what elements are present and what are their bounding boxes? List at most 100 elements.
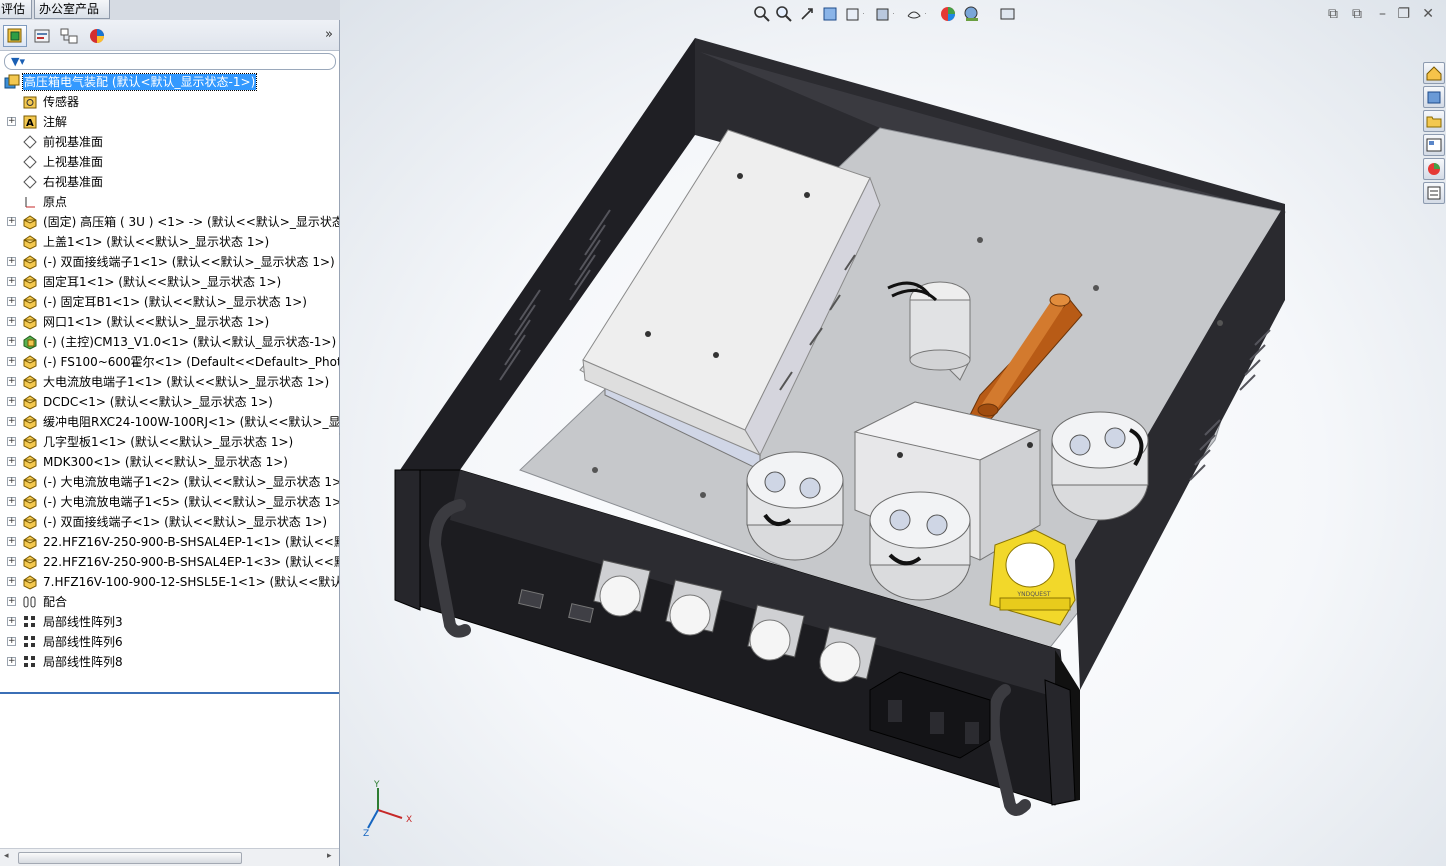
- expand-toggle-icon[interactable]: +: [7, 657, 16, 666]
- tree-item-9[interactable]: + 固定耳1<1> (默认<<默认>_显示状态 1>): [0, 272, 339, 292]
- configuration-manager-tab[interactable]: [57, 25, 81, 47]
- zoom-to-fit-icon[interactable]: [752, 4, 772, 24]
- property-icon: [34, 29, 50, 43]
- tree-item-1[interactable]: + A 注解: [0, 112, 339, 132]
- file-explorer-tab[interactable]: [1423, 110, 1445, 132]
- tab-evaluate[interactable]: 评估: [0, 0, 32, 19]
- expand-toggle-icon[interactable]: +: [7, 577, 16, 586]
- restore-icon[interactable]: ❐: [1397, 6, 1410, 22]
- scrollbar-thumb[interactable]: [18, 852, 242, 864]
- expand-toggle-icon[interactable]: +: [7, 597, 16, 606]
- tree-item-16[interactable]: + 缓冲电阻RXC24-100W-100RJ<1> (默认<<默认>_显示: [0, 412, 339, 432]
- assembly-icon: [22, 334, 38, 350]
- tile-left-icon[interactable]: ⧉: [1328, 6, 1338, 22]
- expand-toggle-icon[interactable]: +: [7, 377, 16, 386]
- view-palette-tab[interactable]: [1423, 134, 1445, 156]
- hide-show-items-icon[interactable]: [906, 4, 926, 24]
- expand-toggle-icon[interactable]: +: [7, 557, 16, 566]
- expand-toggle-icon[interactable]: +: [7, 457, 16, 466]
- tree-item-24[interactable]: +7.HFZ16V-100-900-12-SHSL5E-1<1> (默认<<默认…: [0, 572, 339, 592]
- tree-item-10[interactable]: + (-) 固定耳B1<1> (默认<<默认>_显示状态 1>): [0, 292, 339, 312]
- view-settings-icon[interactable]: [998, 4, 1018, 24]
- expand-panel-icon[interactable]: »: [325, 27, 333, 42]
- tree-item-11[interactable]: + 网口1<1> (默认<<默认>_显示状态 1>): [0, 312, 339, 332]
- tree-item-27[interactable]: + 局部线性阵列6: [0, 632, 339, 652]
- tree-item-root[interactable]: 高压箱电气装配 (默认<默认_显示状态-1>): [0, 72, 339, 92]
- view-orientation-icon[interactable]: [844, 4, 864, 24]
- horizontal-scrollbar[interactable]: ◂ ▸: [0, 848, 339, 866]
- configuration-icon: [60, 28, 78, 44]
- tree-item-21[interactable]: + (-) 双面接线端子<1> (默认<<默认>_显示状态 1>): [0, 512, 339, 532]
- tree-item-8[interactable]: + (-) 双面接线端子1<1> (默认<<默认>_显示状态 1>): [0, 252, 339, 272]
- tree-item-label: 配合: [43, 595, 68, 609]
- expand-toggle-icon[interactable]: +: [7, 397, 16, 406]
- feature-manager-tab[interactable]: [3, 25, 27, 47]
- close-icon[interactable]: ✕: [1422, 6, 1434, 22]
- tree-item-18[interactable]: + MDK300<1> (默认<<默认>_显示状态 1>): [0, 452, 339, 472]
- expand-toggle-icon[interactable]: +: [7, 637, 16, 646]
- tree-item-label: (-) 双面接线端子<1> (默认<<默认>_显示状态 1>): [43, 515, 328, 529]
- tree-item-23[interactable]: +22.HFZ16V-250-900-B-SHSAL4EP-1<3> (默认<<…: [0, 552, 339, 572]
- tree-item-14[interactable]: + 大电流放电端子1<1> (默认<<默认>_显示状态 1>): [0, 372, 339, 392]
- expand-toggle-icon[interactable]: +: [7, 517, 16, 526]
- scroll-left-icon[interactable]: ◂: [4, 851, 9, 861]
- expand-toggle-icon[interactable]: +: [7, 217, 16, 226]
- display-style-icon[interactable]: [874, 4, 894, 24]
- tree-item-label: 固定耳1<1> (默认<<默认>_显示状态 1>): [43, 275, 282, 289]
- feature-tree: 高压箱电气装配 (默认<默认_显示状态-1>) 传感器 + A 注解 前视基准面 上视基准面…: [0, 72, 339, 672]
- expand-toggle-icon[interactable]: +: [7, 537, 16, 546]
- scroll-right-icon[interactable]: ▸: [327, 851, 332, 861]
- tree-item-label: 注解: [43, 115, 68, 129]
- tree-item-26[interactable]: + 局部线性阵列3: [0, 612, 339, 632]
- tree-item-22[interactable]: +22.HFZ16V-250-900-B-SHSAL4EP-1<1> (默认<<…: [0, 532, 339, 552]
- tree-item-4[interactable]: 右视基准面: [0, 172, 339, 192]
- expand-toggle-icon[interactable]: +: [7, 297, 16, 306]
- tree-item-28[interactable]: + 局部线性阵列8: [0, 652, 339, 672]
- tree-item-19[interactable]: + (-) 大电流放电端子1<2> (默认<<默认>_显示状态 1>): [0, 472, 339, 492]
- tree-item-13[interactable]: + (-) FS100~600霍尔<1> (Default<<Default>_P…: [0, 352, 339, 372]
- part-icon: [22, 434, 38, 450]
- expand-toggle-icon[interactable]: +: [7, 357, 16, 366]
- expand-toggle-icon[interactable]: +: [7, 317, 16, 326]
- tree-item-15[interactable]: + DCDC<1> (默认<<默认>_显示状态 1>): [0, 392, 339, 412]
- tree-item-5[interactable]: 原点: [0, 192, 339, 212]
- tree-item-20[interactable]: + (-) 大电流放电端子1<5> (默认<<默认>_显示状态 1>): [0, 492, 339, 512]
- part-icon: [22, 534, 38, 550]
- display-manager-tab[interactable]: [85, 25, 109, 47]
- tree-item-7[interactable]: 上盖1<1> (默认<<默认>_显示状态 1>): [0, 232, 339, 252]
- zoom-to-area-icon[interactable]: [774, 4, 794, 24]
- expand-toggle-icon[interactable]: +: [7, 337, 16, 346]
- contactor-right: [1051, 411, 1149, 521]
- tab-office-products[interactable]: 办公室产品: [34, 0, 110, 19]
- section-view-icon[interactable]: [820, 4, 840, 24]
- tree-item-17[interactable]: + 几字型板1<1> (默认<<默认>_显示状态 1>): [0, 432, 339, 452]
- expand-toggle-icon[interactable]: +: [7, 617, 16, 626]
- expand-toggle-icon[interactable]: +: [7, 117, 16, 126]
- expand-toggle-icon[interactable]: +: [7, 277, 16, 286]
- solidworks-resources-tab[interactable]: [1423, 62, 1445, 84]
- custom-properties-tab[interactable]: [1423, 182, 1445, 204]
- property-manager-tab[interactable]: [30, 25, 54, 47]
- tree-item-3[interactable]: 上视基准面: [0, 152, 339, 172]
- minimize-icon[interactable]: –: [1379, 6, 1386, 22]
- expand-toggle-icon[interactable]: +: [7, 497, 16, 506]
- tree-item-label: 局部线性阵列6: [43, 635, 123, 649]
- edit-appearance-icon[interactable]: [938, 4, 958, 24]
- expand-toggle-icon[interactable]: +: [7, 417, 16, 426]
- tree-item-25[interactable]: + 配合: [0, 592, 339, 612]
- tree-filter-input[interactable]: ▼▾: [4, 53, 336, 70]
- tree-item-0[interactable]: 传感器: [0, 92, 339, 112]
- apply-scene-icon[interactable]: [962, 4, 982, 24]
- expand-toggle-icon[interactable]: +: [7, 477, 16, 486]
- tile-right-icon[interactable]: ⧉: [1352, 6, 1362, 22]
- previous-view-icon[interactable]: [798, 4, 818, 24]
- tree-item-6[interactable]: + (固定) 高压箱 ( 3U ) <1> -> (默认<<默认>_显示状态: [0, 212, 339, 232]
- tree-item-12[interactable]: + (-) (主控)CM13_V1.0<1> (默认<默认_显示状态-1>): [0, 332, 339, 352]
- appearances-tab[interactable]: [1423, 158, 1445, 180]
- expand-toggle-icon[interactable]: +: [7, 257, 16, 266]
- filter-icon: ▼▾: [11, 55, 25, 68]
- design-library-tab[interactable]: [1423, 86, 1445, 108]
- graphics-viewport[interactable]: YNDQUEST ⧉ ⧉ – ❐ ✕ Y X Z: [340, 0, 1446, 866]
- expand-toggle-icon[interactable]: +: [7, 437, 16, 446]
- tree-item-2[interactable]: 前视基准面: [0, 132, 339, 152]
